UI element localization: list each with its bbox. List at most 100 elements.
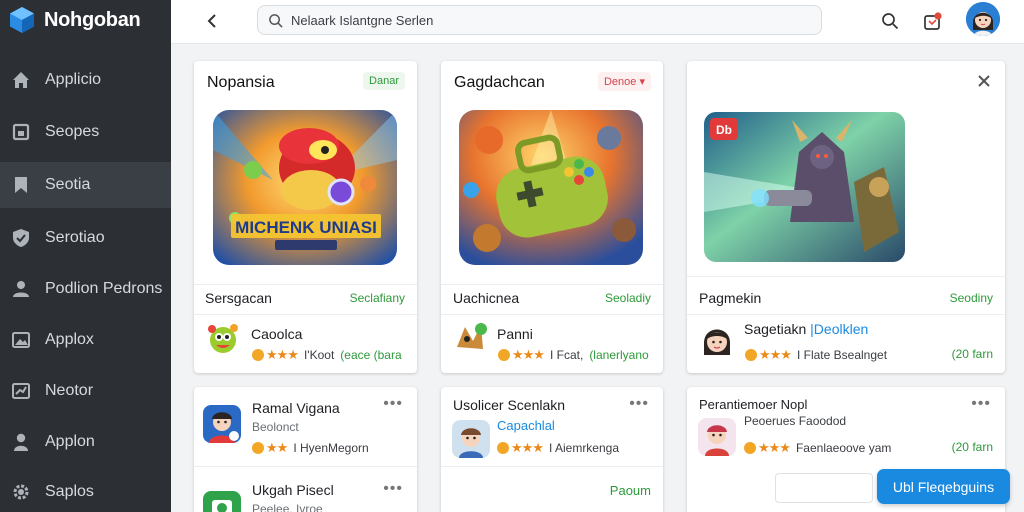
search-box[interactable] xyxy=(257,5,822,35)
star-rating-icon: ★★★ xyxy=(512,347,545,362)
coin-icon xyxy=(497,442,509,454)
coin-icon xyxy=(745,349,757,361)
chevron-left-icon xyxy=(207,14,216,28)
divider xyxy=(194,314,417,315)
sidebar: Nohgoban Applicio Seopes Seotia Serotiao… xyxy=(0,0,171,512)
avatar[interactable] xyxy=(966,2,1000,36)
rating-text: I Fcat, xyxy=(549,348,584,362)
featured-card[interactable]: Gagdachcan Denoe ▾ Uachicnea Seoladiy Pa… xyxy=(441,61,663,373)
rating-text: I Flate Bsealnget xyxy=(796,348,888,362)
app-subtitle: Peelee. Ivroe xyxy=(252,502,323,512)
app-icon[interactable] xyxy=(452,420,490,458)
coin-icon xyxy=(744,442,756,454)
price-text: (20 farn xyxy=(951,347,993,361)
app-icon[interactable] xyxy=(698,321,736,359)
app-icon[interactable] xyxy=(203,405,241,443)
featured-card[interactable]: Nopansia Danar MICHENK UNIASI Sersgacan … xyxy=(194,61,417,373)
app-name[interactable]: Ukgah Pisecl xyxy=(252,482,334,498)
more-options-button[interactable]: ••• xyxy=(383,480,403,498)
rating-row: ★★★ Faenlaeoove yam xyxy=(744,440,891,456)
sidebar-item-applon[interactable]: Applon xyxy=(0,419,171,465)
chart-icon xyxy=(10,380,32,402)
divider xyxy=(687,314,1005,315)
sidebar-item-saplos[interactable]: Saplos xyxy=(0,469,171,512)
rating-row: ★★ I HyenMegorn xyxy=(252,440,369,456)
app-name-text: Sagetiakn xyxy=(744,321,807,337)
star-rating-icon: ★★★ xyxy=(758,440,791,455)
game-art-image[interactable]: Db xyxy=(704,112,905,262)
status-badge: Danar xyxy=(363,72,405,90)
user-icon xyxy=(10,278,32,300)
app-icon[interactable] xyxy=(698,418,736,456)
price-text: (20 farn xyxy=(951,440,993,454)
search-button[interactable] xyxy=(877,8,903,34)
sidebar-item-applicio[interactable]: Applicio xyxy=(0,57,171,103)
close-button[interactable] xyxy=(975,72,993,90)
sidebar-item-applox[interactable]: Applox xyxy=(0,317,171,363)
app-link[interactable]: |Deolklen xyxy=(810,321,868,337)
sidebar-item-label: Saplos xyxy=(45,483,94,500)
svg-text:MICHENK UNIASI: MICHENK UNIASI xyxy=(235,218,377,237)
chevron-down-icon: ▾ xyxy=(639,76,645,88)
shield-icon xyxy=(10,227,32,249)
footer-tag[interactable]: Paoum xyxy=(610,483,651,498)
rating-row: ★★★ I Flate Bsealnget xyxy=(745,347,887,363)
star-rating-icon: ★★ xyxy=(266,440,288,455)
price-text: (eace (bara xyxy=(340,348,402,362)
sidebar-item-serotiao[interactable]: Serotiao xyxy=(0,215,171,261)
coin-icon xyxy=(252,442,264,454)
divider xyxy=(441,466,663,467)
app-icon[interactable] xyxy=(451,319,489,357)
card-title: Gagdachcan xyxy=(454,74,545,91)
app-name[interactable]: Caoolca xyxy=(251,326,302,342)
star-rating-icon: ★★★ xyxy=(511,440,544,455)
sidebar-item-label: Neotor xyxy=(45,382,94,399)
game-art-image[interactable]: MICHENK UNIASI xyxy=(213,110,397,265)
more-options-button[interactable]: ••• xyxy=(971,395,991,413)
sidebar-item-label: Seotia xyxy=(45,176,91,193)
star-rating-icon: ★★★ xyxy=(759,347,792,362)
list-title: Perantiemoer Nopl xyxy=(699,397,808,412)
sidebar-item-label: Serotiao xyxy=(45,229,105,246)
sidebar-item-label: Seopes xyxy=(45,123,100,140)
divider xyxy=(441,284,663,285)
app-subtitle: Peoerues Faoodod xyxy=(744,414,847,428)
app-name[interactable]: Panni xyxy=(497,326,533,342)
divider xyxy=(687,276,1005,277)
home-icon xyxy=(10,69,32,91)
app-icon[interactable] xyxy=(204,319,242,357)
app-name-link[interactable]: Capachlal xyxy=(497,418,555,433)
divider xyxy=(194,466,417,467)
bookmark-icon xyxy=(10,174,32,196)
rating-row: ★★★ I Fcat, (lanerlyano xyxy=(498,347,649,363)
sidebar-item-neotor[interactable]: Neotor xyxy=(0,368,171,414)
featured-card[interactable]: Db Pagmekin Seodiny Sagetiakn |Deolklen … xyxy=(687,61,1005,373)
card-title: Nopansia xyxy=(207,74,275,91)
search-input[interactable] xyxy=(291,12,791,28)
game-art-image[interactable] xyxy=(459,110,643,265)
rating-row: ★★★ I'Koot (eace (bara xyxy=(252,347,402,363)
notification-button[interactable] xyxy=(920,8,946,34)
sidebar-item-seotia[interactable]: Seotia xyxy=(0,162,171,208)
primary-action-button[interactable]: Ubl Fleqebguins xyxy=(877,469,1010,504)
sidebar-item-label: Applon xyxy=(45,433,95,450)
app-name[interactable]: Ramal Vigana xyxy=(252,400,340,416)
more-options-button[interactable]: ••• xyxy=(629,395,649,413)
sidebar-item-label: Podlion Pedrons xyxy=(45,280,163,297)
art-badge-text: Db xyxy=(716,123,732,137)
app-list-card: Usolicer Scenlakn ••• Capachlal ★★★ I Ai… xyxy=(441,387,663,512)
sidebar-item-podlion-pedrons[interactable]: Podlion Pedrons xyxy=(0,266,171,312)
person-icon xyxy=(10,431,32,453)
sidebar-item-seopes[interactable]: Seopes xyxy=(0,109,171,155)
image-icon xyxy=(10,329,32,351)
section-tag[interactable]: Seodiny xyxy=(950,291,993,305)
section-tag[interactable]: Seoladiy xyxy=(605,291,651,305)
brand[interactable]: Nohgoban xyxy=(8,4,141,36)
app-name[interactable]: Sagetiakn |Deolklen xyxy=(744,321,868,337)
section-tag[interactable]: Seclafiany xyxy=(350,291,405,305)
more-options-button[interactable]: ••• xyxy=(383,395,403,413)
search-icon xyxy=(882,13,899,30)
back-button[interactable] xyxy=(201,9,225,33)
app-icon[interactable] xyxy=(203,491,241,512)
secondary-button[interactable] xyxy=(775,473,873,503)
